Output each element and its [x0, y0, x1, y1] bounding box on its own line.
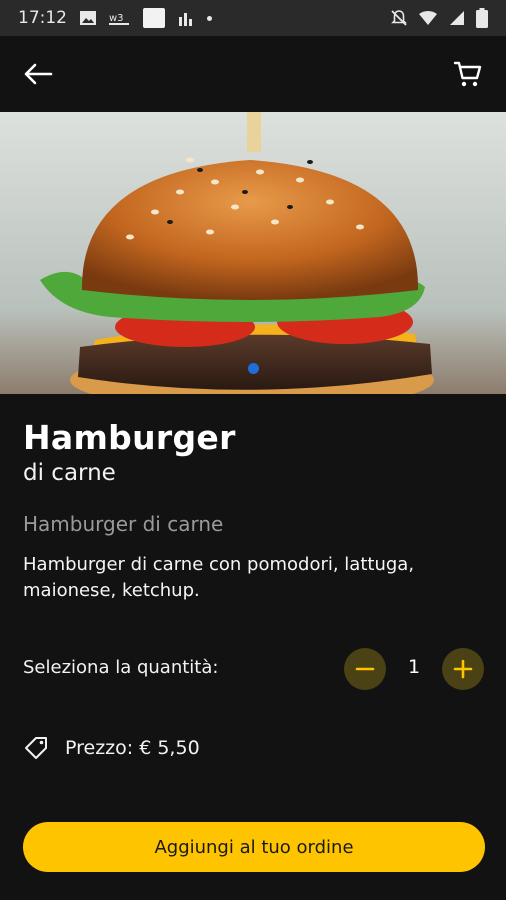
decrease-quantity-button[interactable] [344, 648, 386, 690]
add-to-order-label: Aggiungi al tuo ordine [154, 836, 354, 858]
burger-photo [0, 112, 506, 394]
increase-quantity-button[interactable] [442, 648, 484, 690]
product-title: Hamburger [23, 418, 236, 457]
minus-icon [355, 667, 375, 671]
product-image[interactable] [0, 112, 506, 394]
shopping-cart-icon [453, 61, 482, 87]
cart-button[interactable] [450, 56, 486, 92]
plus-icon [453, 659, 473, 679]
add-to-order-button[interactable]: Aggiungi al tuo ordine [23, 822, 485, 872]
cellular-icon [450, 11, 464, 25]
wifi-icon [419, 11, 437, 25]
price-tag-icon [25, 737, 47, 759]
price-label: Prezzo: € 5,50 [65, 737, 200, 759]
mute-bell-icon [391, 10, 407, 26]
status-bar: 17:12 w3 [0, 0, 506, 36]
quantity-value: 1 [407, 656, 421, 678]
product-description: Hamburger di carne con pomodori, lattuga… [23, 554, 415, 601]
quantity-label: Seleziona la quantità: [23, 657, 219, 678]
voicemail-icon: w3 [109, 13, 129, 25]
image-icon [80, 11, 96, 25]
product-category: Hamburger di carne [23, 512, 224, 536]
app-bar [0, 36, 506, 112]
status-time: 17:12 [18, 8, 67, 28]
svg-text:w3: w3 [109, 13, 124, 24]
back-button[interactable] [20, 56, 56, 92]
app-square-icon [143, 8, 165, 28]
carousel-indicator [248, 363, 259, 374]
arrow-left-icon [24, 63, 53, 85]
status-left: 17:12 w3 [18, 8, 212, 28]
product-subtitle: di carne [23, 460, 116, 486]
dot-icon [207, 15, 212, 21]
battery-icon [476, 8, 488, 28]
price-row: Prezzo: € 5,50 [23, 735, 200, 761]
status-right [390, 8, 488, 28]
signal-bars-icon [179, 13, 192, 26]
